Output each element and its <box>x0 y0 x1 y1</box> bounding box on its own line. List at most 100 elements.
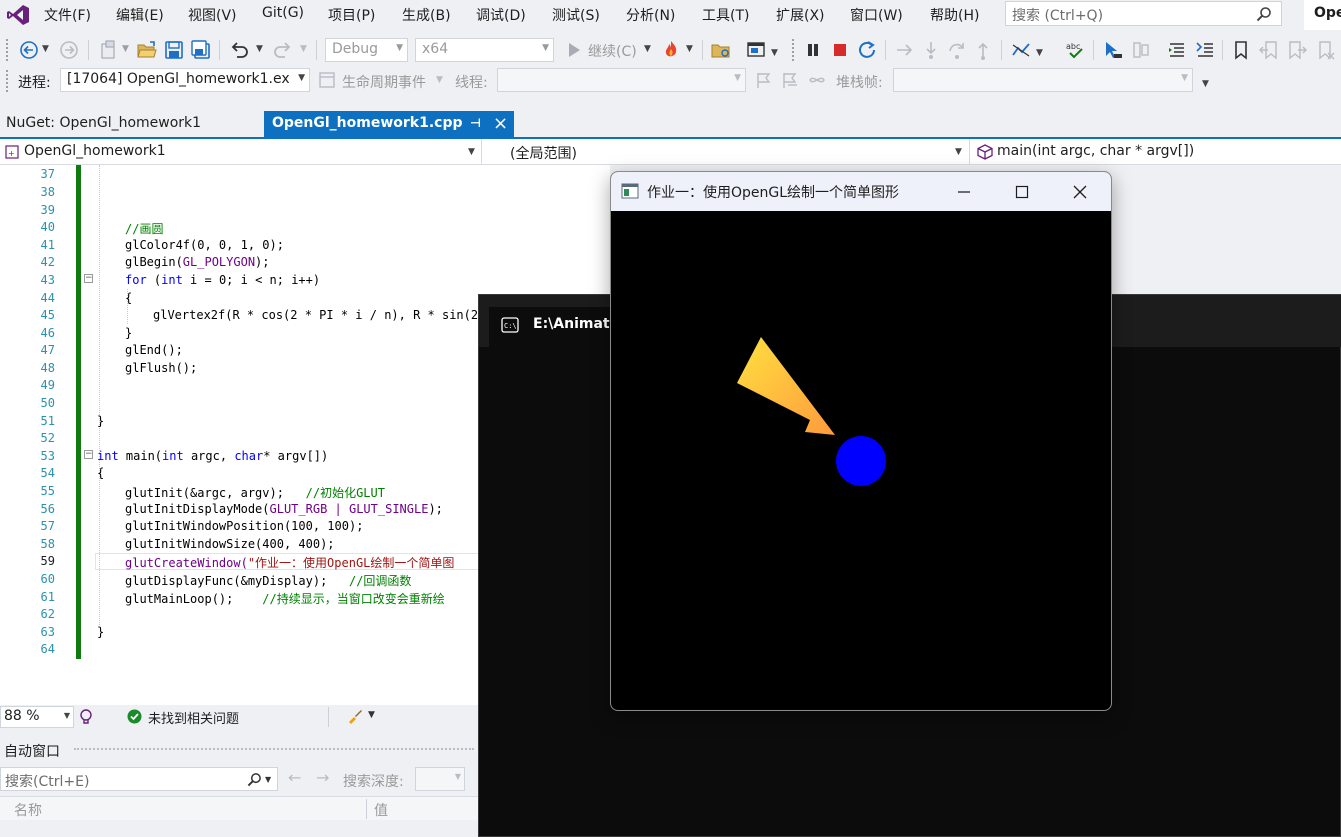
line-number: 41 <box>40 238 55 252</box>
thread-select[interactable]: ▼ <box>497 68 746 92</box>
tab-nuget[interactable]: NuGet: OpenGl_homework1 <box>0 111 264 137</box>
search-forward-arrow-icon[interactable]: → <box>316 768 329 787</box>
new-project-icon[interactable] <box>98 39 120 61</box>
step-over-icon[interactable] <box>946 39 968 61</box>
lifecycle-events-icon[interactable] <box>318 71 336 89</box>
project-select[interactable]: + OpenGl_homework1 ▼ <box>0 139 482 165</box>
stack-frame-select[interactable]: ▼ <box>893 68 1193 92</box>
undo-icon[interactable] <box>228 39 250 61</box>
scope-select[interactable]: (全局范围) ▼ <box>490 139 970 165</box>
continue-dropdown-icon[interactable]: ▼ <box>644 44 651 54</box>
toolbar-grip-icon[interactable] <box>792 39 796 61</box>
minimize-icon[interactable] <box>956 184 972 200</box>
scope-name: (全局范围) <box>510 146 577 162</box>
menu-help[interactable]: 帮助(H) <box>930 5 979 25</box>
stop-icon[interactable] <box>829 39 851 61</box>
continue-play-icon[interactable] <box>563 39 585 61</box>
menu-project[interactable]: 项目(P) <box>328 5 375 25</box>
collapse-toggle-icon[interactable]: − <box>84 274 93 283</box>
navigate-back-icon[interactable] <box>18 39 40 61</box>
pause-icon[interactable] <box>802 39 824 61</box>
redo-icon[interactable] <box>272 39 294 61</box>
continue-button[interactable]: 继续(C) <box>588 41 637 61</box>
step-into-icon[interactable] <box>920 39 942 61</box>
menu-build[interactable]: 生成(B) <box>402 5 451 25</box>
new-dropdown-icon[interactable]: ▼ <box>122 44 129 54</box>
open-folder-icon[interactable] <box>136 39 158 61</box>
collapse-toggle-icon[interactable]: − <box>84 450 93 459</box>
pin-icon[interactable]: ⊣ <box>470 116 481 130</box>
global-search-input[interactable]: 搜索 (Ctrl+Q) <box>1005 1 1282 26</box>
search-depth-select[interactable]: ▼ <box>415 767 465 791</box>
flag-all-icon[interactable] <box>781 71 799 89</box>
navigate-forward-icon[interactable] <box>58 39 80 61</box>
issues-status[interactable]: 未找到相关问题 <box>148 708 239 727</box>
save-icon[interactable] <box>163 39 185 61</box>
code-cleanup-brush-icon[interactable] <box>346 707 364 725</box>
tab-cpp-file[interactable]: OpenGl_homework1.cpp ⊣ × <box>264 111 514 137</box>
spell-check-icon[interactable]: abc <box>1064 39 1086 61</box>
panel-drag-handle[interactable] <box>74 748 474 753</box>
cleanup-dropdown-icon[interactable]: ▼ <box>368 710 375 720</box>
layout-dropdown-icon[interactable]: ▼ <box>771 48 778 58</box>
save-all-icon[interactable] <box>190 39 212 61</box>
live-tree-icon[interactable] <box>1130 39 1152 61</box>
solution-explorer-folder-icon[interactable] <box>710 39 732 61</box>
undo-dropdown-icon[interactable]: ▼ <box>256 44 263 54</box>
diagnostic-tools-icon[interactable] <box>1010 39 1032 61</box>
show-next-statement-icon[interactable] <box>894 39 916 61</box>
configuration-select[interactable]: Debug ▼ <box>325 38 408 62</box>
column-divider[interactable] <box>366 799 367 819</box>
zoom-select[interactable]: 88 % ▼ <box>0 706 74 728</box>
diagnostics-dropdown-icon[interactable]: ▼ <box>1036 48 1043 58</box>
opengl-window[interactable]: 作业一：使用OpenGL绘制一个简单图形 <box>610 171 1112 711</box>
code-token: glutInit(&argc, argv); <box>125 486 306 500</box>
clear-bookmarks-icon[interactable] <box>1314 39 1336 61</box>
redo-dropdown-icon[interactable]: ▼ <box>300 44 307 54</box>
toolbar-overflow-icon[interactable]: ▼ <box>1202 79 1209 89</box>
close-tab-icon[interactable]: × <box>493 113 508 134</box>
menu-analyze[interactable]: 分析(N) <box>626 5 675 25</box>
lifecycle-dropdown-icon[interactable]: ▼ <box>436 75 443 85</box>
autos-search-input[interactable]: 搜索(Ctrl+E) ▼ <box>0 767 278 791</box>
hot-reload-dropdown-icon[interactable]: ▼ <box>686 44 693 54</box>
solution-name-badge[interactable]: Ope <box>1304 0 1341 30</box>
previous-bookmark-icon[interactable] <box>1258 39 1280 61</box>
menu-git[interactable]: Git(G) <box>262 5 304 21</box>
menu-file[interactable]: 文件(F) <box>44 5 91 25</box>
flag-thread-icon[interactable] <box>755 71 773 89</box>
menu-window[interactable]: 窗口(W) <box>850 5 903 25</box>
back-dropdown-icon[interactable]: ▼ <box>42 44 49 54</box>
toolbar-grip-icon[interactable] <box>6 39 10 61</box>
lifecycle-events-label[interactable]: 生命周期事件 <box>342 72 426 92</box>
select-element-icon[interactable] <box>1102 39 1124 61</box>
column-value-header[interactable]: 值 <box>374 800 388 820</box>
intellicode-icon[interactable] <box>78 708 94 724</box>
process-select[interactable]: [17064] OpenGl_homework1.ex ▼ <box>60 68 310 92</box>
search-back-arrow-icon[interactable]: ← <box>288 768 301 787</box>
platform-select[interactable]: x64 ▼ <box>415 38 554 62</box>
menu-view[interactable]: 视图(V) <box>188 5 237 25</box>
close-icon[interactable] <box>1072 184 1088 200</box>
visual-studio-logo-icon[interactable] <box>6 4 30 26</box>
restart-icon[interactable] <box>856 39 878 61</box>
bookmark-icon[interactable] <box>1230 39 1252 61</box>
window-layout-icon[interactable] <box>745 39 767 61</box>
menu-edit[interactable]: 编辑(E) <box>116 5 164 25</box>
show-threads-icon[interactable] <box>808 71 826 89</box>
comment-lines-icon[interactable] <box>1194 39 1216 61</box>
menu-tools[interactable]: 工具(T) <box>702 5 749 25</box>
step-out-icon[interactable] <box>972 39 994 61</box>
menu-extensions[interactable]: 扩展(X) <box>776 5 825 25</box>
maximize-icon[interactable] <box>1014 184 1030 200</box>
menu-debug[interactable]: 调试(D) <box>476 5 526 25</box>
format-document-icon[interactable] <box>1166 39 1188 61</box>
column-name-header[interactable]: 名称 <box>14 800 42 820</box>
chevron-down-icon[interactable]: ▼ <box>265 775 271 784</box>
menu-test[interactable]: 测试(S) <box>552 5 600 25</box>
member-select[interactable]: main(int argc, char * argv[]) <box>974 139 1341 165</box>
opengl-titlebar[interactable]: 作业一：使用OpenGL绘制一个简单图形 <box>611 172 1111 211</box>
hot-reload-flame-icon[interactable] <box>660 39 682 61</box>
toolbar-grip-icon[interactable] <box>6 70 10 92</box>
next-bookmark-icon[interactable] <box>1286 39 1308 61</box>
